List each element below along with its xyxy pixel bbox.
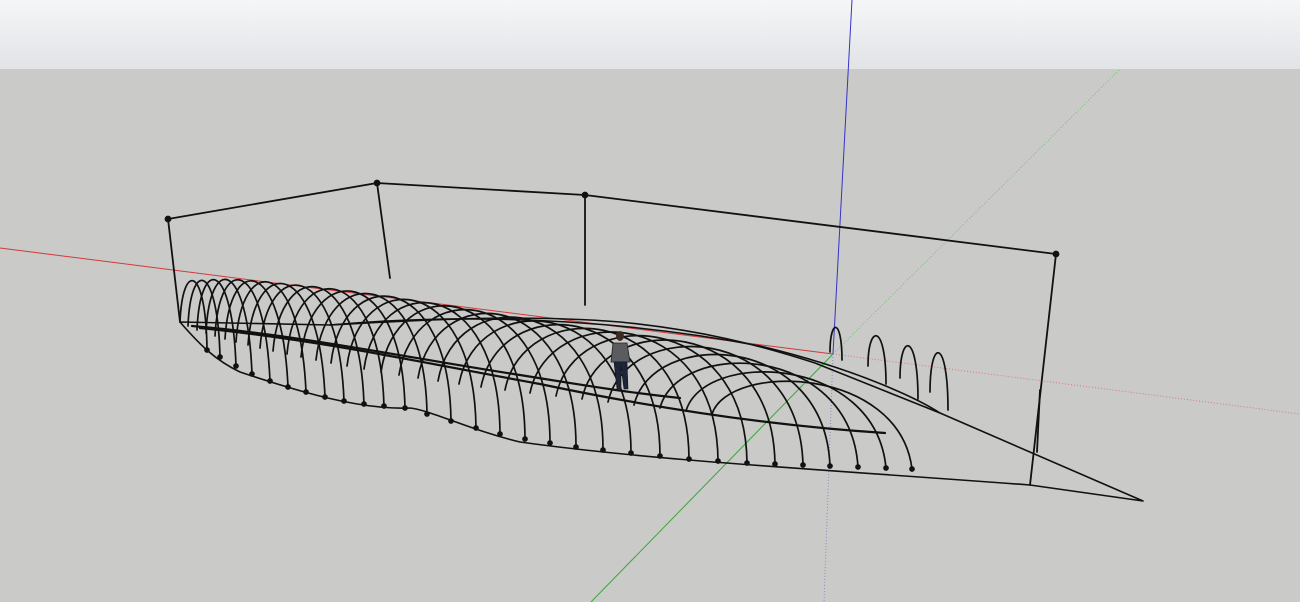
rib-endpoint [909, 466, 915, 472]
hull-rib [633, 353, 831, 467]
red-axis-dotted [832, 353, 1300, 415]
rib-endpoint [855, 464, 861, 470]
rib-endpoint [322, 394, 328, 400]
rib-endpoint [744, 460, 750, 466]
green-axis-dotted [832, 68, 1121, 355]
rib-endpoint [402, 405, 408, 411]
hull-rib-stern [899, 345, 919, 400]
rib-endpoint [424, 411, 430, 417]
sky-gradient [0, 0, 1300, 69]
hull-rib [205, 278, 253, 375]
rib-endpoint [217, 354, 223, 360]
rib-endpoint [204, 347, 210, 353]
rib-endpoint [686, 456, 692, 462]
rib-endpoint [715, 458, 721, 464]
hull-rib-stern [867, 335, 887, 385]
rib-endpoint [600, 447, 606, 453]
rib-endpoint [547, 440, 553, 446]
rib-endpoint [657, 453, 663, 459]
axes [0, 0, 1300, 602]
rib-endpoint [628, 450, 634, 456]
rib-endpoint [303, 389, 309, 395]
rib-endpoint [267, 378, 273, 384]
rib-endpoint [800, 462, 806, 468]
rib-endpoint [827, 463, 833, 469]
rib-endpoint [249, 371, 255, 377]
rib-endpoint [381, 403, 387, 409]
rib-endpoint [772, 461, 778, 467]
rib-endpoint [473, 425, 479, 431]
hull-rib [187, 279, 221, 358]
hull-rib-stern [929, 351, 949, 411]
boat-hull-wireframe[interactable] [164, 179, 1144, 502]
rib-endpoint [522, 436, 528, 442]
person-scale-figure[interactable] [610, 331, 631, 390]
rib-endpoint [361, 401, 367, 407]
rib-endpoint [883, 465, 889, 471]
blue-axis-dotted [823, 353, 834, 602]
rib-endpoint [497, 431, 503, 437]
rib-endpoint [233, 363, 239, 369]
scene-canvas[interactable] [0, 0, 1300, 602]
rib-endpoint [448, 418, 454, 424]
rib-endpoint [573, 444, 579, 450]
hull-ribs [179, 278, 949, 472]
modeling-viewport[interactable] [0, 0, 1300, 602]
rib-endpoint [285, 384, 291, 390]
rib-endpoint [341, 398, 347, 404]
